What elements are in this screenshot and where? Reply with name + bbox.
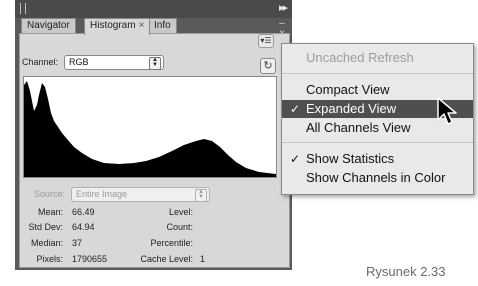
refresh-icon[interactable]: ↻: [260, 58, 276, 74]
panel-title-bar[interactable]: ▸▸: [15, 0, 292, 18]
count-label: Count:: [166, 222, 193, 232]
mean-value: 66.49: [72, 207, 95, 217]
histogram-svg: [24, 81, 276, 177]
level-label: Level:: [168, 207, 193, 217]
cache-level-label: Cache Level:: [140, 254, 193, 264]
channel-value: RGB: [69, 57, 89, 67]
check-icon: ✓: [290, 152, 301, 166]
tab-histogram[interactable]: Histogram ×: [84, 18, 151, 35]
histogram-graph: [23, 76, 277, 178]
histogram-shape: [24, 81, 276, 177]
figure-caption: Rysunek 2.33: [366, 264, 446, 279]
stddev-value: 64.94: [72, 222, 95, 232]
source-select[interactable]: Entire Image ▲ ▼: [71, 187, 210, 202]
menu-separator: [282, 142, 473, 143]
menu-separator: [282, 73, 473, 74]
channel-select[interactable]: RGB ▲ ▼: [64, 55, 164, 70]
stddev-label: Std Dev:: [28, 222, 63, 232]
tab-info[interactable]: Info: [148, 18, 177, 33]
menu-item-uncached-refresh[interactable]: Uncached Refresh: [282, 49, 473, 67]
percentile-label: Percentile:: [150, 238, 193, 248]
grip-icon[interactable]: [20, 3, 26, 14]
menu-item-show-channels-in-color[interactable]: Show Channels in Color: [282, 169, 473, 187]
pixels-label: Pixels:: [36, 254, 63, 264]
channel-label: Channel:: [22, 57, 59, 67]
panel-menu-icon[interactable]: ▾☰: [258, 34, 274, 48]
stepper-icon: ▲ ▼: [149, 57, 161, 70]
cursor-arrow-icon: [437, 97, 457, 125]
source-value: Entire Image: [76, 189, 128, 199]
mean-label: Mean:: [37, 207, 63, 217]
source-label: Source:: [34, 189, 66, 199]
pixels-value: 1790655: [72, 254, 108, 264]
tab-close-icon[interactable]: ×: [139, 20, 145, 31]
menu-item-show-statistics[interactable]: ✓ Show Statistics: [282, 150, 473, 168]
median-label: Median:: [30, 238, 63, 248]
double-arrow-icon[interactable]: ▸▸: [279, 1, 288, 14]
check-icon: ✓: [290, 102, 301, 116]
median-value: 37: [72, 238, 83, 248]
stepper-icon: ▲ ▼: [195, 189, 207, 202]
tab-navigator[interactable]: Navigator: [21, 18, 76, 33]
cache-level-value: 1: [200, 254, 206, 264]
